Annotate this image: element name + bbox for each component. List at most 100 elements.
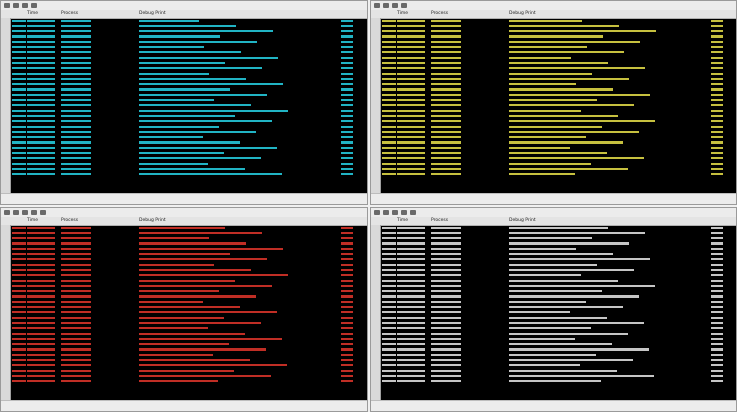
log-cell xyxy=(711,321,723,325)
log-cell xyxy=(341,295,353,298)
log-cell xyxy=(27,374,55,378)
toolbar-button-icon[interactable] xyxy=(401,3,407,8)
log-cell xyxy=(139,173,282,176)
log-cell xyxy=(139,130,256,133)
log-cell xyxy=(382,109,396,112)
log-cell xyxy=(27,311,55,314)
log-cell xyxy=(431,46,461,49)
log-cell xyxy=(431,343,461,346)
log-cell xyxy=(711,56,723,59)
toolbar-button-icon[interactable] xyxy=(22,3,28,8)
log-cell xyxy=(397,300,425,303)
log-cell xyxy=(341,67,353,70)
log-cell xyxy=(341,237,353,240)
log-cell xyxy=(509,56,571,59)
toolbar-button-icon[interactable] xyxy=(374,3,380,8)
log-cell xyxy=(12,67,26,70)
log-cell xyxy=(431,93,461,96)
log-cell xyxy=(382,327,396,330)
log-cell xyxy=(27,284,55,287)
toolbar-button-icon[interactable] xyxy=(374,210,380,215)
log-cell xyxy=(139,125,219,128)
log-cell xyxy=(341,242,353,245)
header-time[interactable]: Time xyxy=(27,217,55,225)
log-cell xyxy=(509,130,639,133)
toolbar-button-icon[interactable] xyxy=(13,3,19,8)
toolbar-button-icon[interactable] xyxy=(392,210,398,215)
log-cell xyxy=(341,348,353,351)
log-cell xyxy=(711,77,723,80)
log-rows xyxy=(371,18,736,194)
log-row[interactable] xyxy=(1,379,367,384)
log-cell xyxy=(341,231,353,234)
toolbar-button-icon[interactable] xyxy=(392,3,398,8)
log-cell xyxy=(509,226,608,229)
toolbar-button-icon[interactable] xyxy=(4,210,10,215)
header-process[interactable]: Process xyxy=(431,217,471,225)
toolbar-button-icon[interactable] xyxy=(383,210,389,215)
header-time[interactable]: Time xyxy=(397,217,425,225)
log-cell xyxy=(397,348,425,351)
log-cell xyxy=(431,24,461,27)
log-cell xyxy=(431,51,461,54)
log-cell xyxy=(61,104,91,107)
log-cell xyxy=(431,35,461,38)
log-cell xyxy=(27,364,55,367)
toolbar-button-icon[interactable] xyxy=(410,210,416,215)
toolbar-button-icon[interactable] xyxy=(40,210,46,215)
log-cell xyxy=(139,359,250,362)
header-debug-print[interactable]: Debug Print xyxy=(139,10,319,18)
log-cell xyxy=(711,141,723,144)
header-process[interactable]: Process xyxy=(431,10,471,18)
header-debug-print[interactable]: Debug Print xyxy=(509,10,689,18)
log-row[interactable] xyxy=(371,379,736,384)
log-cell xyxy=(139,136,203,139)
log-cell xyxy=(382,30,396,33)
header-time[interactable]: Time xyxy=(397,10,425,18)
log-cell xyxy=(382,226,396,229)
header-process[interactable]: Process xyxy=(61,10,101,18)
log-cell xyxy=(431,83,461,86)
toolbar-button-icon[interactable] xyxy=(31,3,37,8)
log-cell xyxy=(397,104,425,107)
log-cell xyxy=(61,136,91,139)
log-cell xyxy=(27,83,55,86)
log-cell xyxy=(397,24,425,27)
log-cell xyxy=(431,167,461,171)
toolbar-button-icon[interactable] xyxy=(383,3,389,8)
toolbar-button-icon[interactable] xyxy=(401,210,407,215)
log-cell xyxy=(382,130,396,133)
toolbar-button-icon[interactable] xyxy=(31,210,37,215)
log-cell xyxy=(12,284,26,287)
log-cell xyxy=(12,337,26,340)
log-cell xyxy=(139,104,251,107)
log-cell xyxy=(139,120,272,123)
log-cell xyxy=(27,237,55,240)
header-time[interactable]: Time xyxy=(27,10,55,18)
log-cell xyxy=(711,380,723,383)
log-cell xyxy=(12,237,26,240)
log-cell xyxy=(397,61,425,65)
log-cell xyxy=(61,295,91,298)
log-cell xyxy=(139,167,245,171)
toolbar-button-icon[interactable] xyxy=(13,210,19,215)
log-cell xyxy=(431,263,461,266)
log-cell xyxy=(341,136,353,139)
log-cell xyxy=(12,104,26,107)
header-debug-print[interactable]: Debug Print xyxy=(509,217,689,225)
log-cell xyxy=(382,46,396,49)
log-row[interactable] xyxy=(1,172,367,177)
log-cell xyxy=(61,263,91,266)
toolbar-button-icon[interactable] xyxy=(22,210,28,215)
log-cell xyxy=(27,61,55,65)
log-cell xyxy=(711,120,723,123)
log-cell xyxy=(431,364,461,367)
log-cell xyxy=(139,263,214,266)
log-cell xyxy=(397,56,425,59)
log-cell xyxy=(509,247,576,250)
header-process[interactable]: Process xyxy=(61,217,101,225)
log-cell xyxy=(61,268,91,272)
toolbar-button-icon[interactable] xyxy=(4,3,10,8)
log-row[interactable] xyxy=(371,172,736,177)
header-debug-print[interactable]: Debug Print xyxy=(139,217,319,225)
